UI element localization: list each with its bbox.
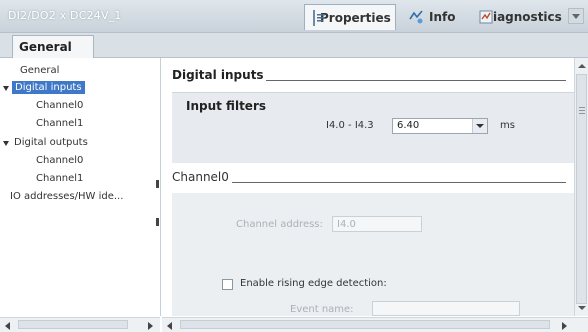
device-title: DI2/DO2 x DC24V_1: [8, 9, 122, 22]
subtab-row: General: [0, 33, 588, 58]
tab-label: Properties: [320, 10, 391, 25]
tab-properties[interactable]: Properties: [304, 4, 396, 30]
content-horizontal-scrollbar[interactable]: [162, 317, 588, 332]
expand-triangle-icon[interactable]: [3, 141, 9, 146]
grip-line: [579, 113, 585, 114]
scroll-right-icon[interactable]: [144, 319, 156, 331]
channel0-divider: [232, 182, 566, 183]
properties-icon: [313, 9, 325, 26]
nav-item-do-channel0[interactable]: Channel0: [36, 155, 83, 166]
section-title: Digital inputs: [172, 68, 264, 82]
scrollbar-thumb[interactable]: [18, 320, 128, 329]
inspector-title-bar: DI2/DO2 x DC24V_1 Properties Info Diagno…: [0, 0, 588, 33]
event-name-label: Event name:: [290, 304, 354, 315]
rising-edge-checkbox[interactable]: [222, 279, 233, 290]
tab-info[interactable]: Info: [400, 4, 466, 30]
channel0-panel: Channel address: I4.0 Enable rising edge…: [172, 193, 574, 316]
input-filter-select[interactable]: 6.40: [392, 118, 488, 134]
nav-item-digital-inputs[interactable]: Digital inputs: [12, 81, 85, 94]
grip-line: [579, 107, 585, 108]
scrollbar-thumb[interactable]: [576, 74, 587, 304]
chevron-down-icon[interactable]: [472, 119, 487, 133]
nav-horizontal-scrollbar[interactable]: [0, 317, 160, 332]
channel-address-field: I4.0: [332, 216, 422, 232]
nav-item-digital-outputs[interactable]: Digital outputs: [14, 137, 88, 148]
tab-label: General: [19, 40, 72, 54]
tab-general[interactable]: General: [12, 35, 94, 58]
event-name-field: [372, 301, 520, 316]
vertical-scrollbar[interactable]: [574, 58, 588, 316]
scroll-down-icon[interactable]: [576, 302, 588, 314]
scrollbar-thumb[interactable]: [180, 320, 550, 329]
rising-edge-label: Enable rising edge detection:: [240, 278, 387, 289]
scroll-left-icon[interactable]: [2, 319, 14, 331]
input-filter-value: 6.40: [397, 120, 420, 131]
section-divider: [266, 80, 566, 81]
properties-content: Digital inputs Input filters I4.0 - I4.3…: [162, 58, 574, 316]
info-icon: [408, 9, 424, 25]
scroll-up-icon[interactable]: [576, 60, 588, 72]
channel-address-value: I4.0: [337, 219, 356, 230]
input-filters-title: Input filters: [186, 99, 266, 113]
property-nav-tree: General Digital inputs Channel0 Channel1…: [0, 58, 161, 316]
tab-label: Diagnostics: [483, 10, 562, 24]
channel-address-label: Channel address:: [236, 219, 323, 230]
nav-item-io-addresses[interactable]: IO addresses/HW ide...: [10, 191, 154, 202]
scroll-right-icon[interactable]: [558, 319, 570, 331]
tab-diagnostics[interactable]: Diagnostics: [470, 4, 568, 30]
filter-range-label: I4.0 - I4.3: [326, 120, 374, 131]
grip-line: [579, 110, 585, 111]
nav-item-do-channel1[interactable]: Channel1: [36, 173, 83, 184]
scroll-left-icon[interactable]: [164, 319, 176, 331]
splitter-handle[interactable]: [156, 218, 159, 226]
filter-unit: ms: [500, 120, 515, 131]
tab-label: Info: [429, 10, 456, 24]
expand-triangle-icon[interactable]: [3, 86, 9, 91]
channel0-title: Channel0: [172, 170, 229, 184]
nav-item-di-channel1[interactable]: Channel1: [36, 118, 83, 129]
chevron-down-icon[interactable]: [568, 8, 584, 24]
nav-item-general[interactable]: General: [20, 65, 59, 76]
splitter-handle[interactable]: [156, 180, 159, 188]
nav-item-di-channel0[interactable]: Channel0: [36, 100, 83, 111]
